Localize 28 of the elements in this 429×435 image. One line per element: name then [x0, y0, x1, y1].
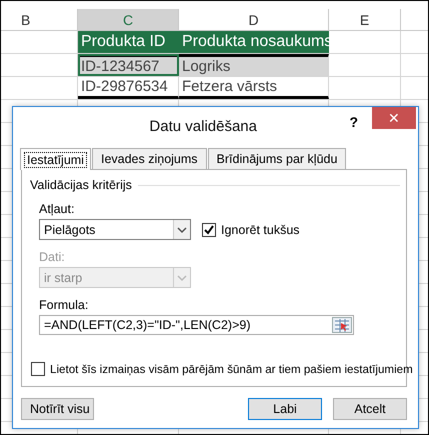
field-label: Formula: — [39, 298, 90, 312]
field-label: Atļaut: — [39, 202, 76, 216]
checkbox-label: Ignorēt tukšus — [221, 222, 300, 236]
checkbox[interactable] — [31, 362, 45, 376]
tab[interactable]: Ievades ziņojums — [92, 148, 207, 169]
tab[interactable]: Brīdinājums par kļūdu — [208, 148, 346, 169]
close-button[interactable]: ✕ — [372, 107, 416, 129]
help-button[interactable]: ? — [349, 107, 372, 130]
dialog-button[interactable]: Labi — [248, 398, 322, 420]
dialog-title: Datu validēšana — [148, 117, 258, 135]
group-label: Validācijas kritērijs — [30, 178, 132, 192]
header-cell: Produkta ID — [78, 31, 179, 53]
column-header[interactable]: C — [78, 9, 179, 30]
checkbox-label: Lietot šīs izmaiņas visām pārējām šūnām ar tiem pašiem iestatījumiem — [50, 362, 413, 376]
column-header[interactable]: E — [329, 9, 401, 30]
table-cell: Fetzera vārsts — [179, 77, 329, 99]
tab[interactable]: Iestatījumi — [20, 148, 91, 170]
dialog-button[interactable]: Notīrīt visu — [21, 398, 94, 420]
column-header[interactable]: D — [179, 9, 329, 30]
checkbox[interactable] — [202, 222, 216, 236]
range-picker-icon[interactable] — [332, 317, 352, 333]
allow-dropdown[interactable]: Pielāgots — [39, 219, 191, 240]
field-label: Dati: — [39, 250, 66, 264]
dialog-button[interactable]: Atcelt — [333, 398, 407, 420]
formula-field[interactable]: =AND(LEFT(C2,3)="ID-",LEN(C2)>9) — [39, 315, 354, 335]
table-cell: ID-29876534 — [78, 77, 179, 99]
table-cell: ID-1234567 — [78, 54, 179, 76]
table-cell: Logriks — [179, 54, 329, 76]
